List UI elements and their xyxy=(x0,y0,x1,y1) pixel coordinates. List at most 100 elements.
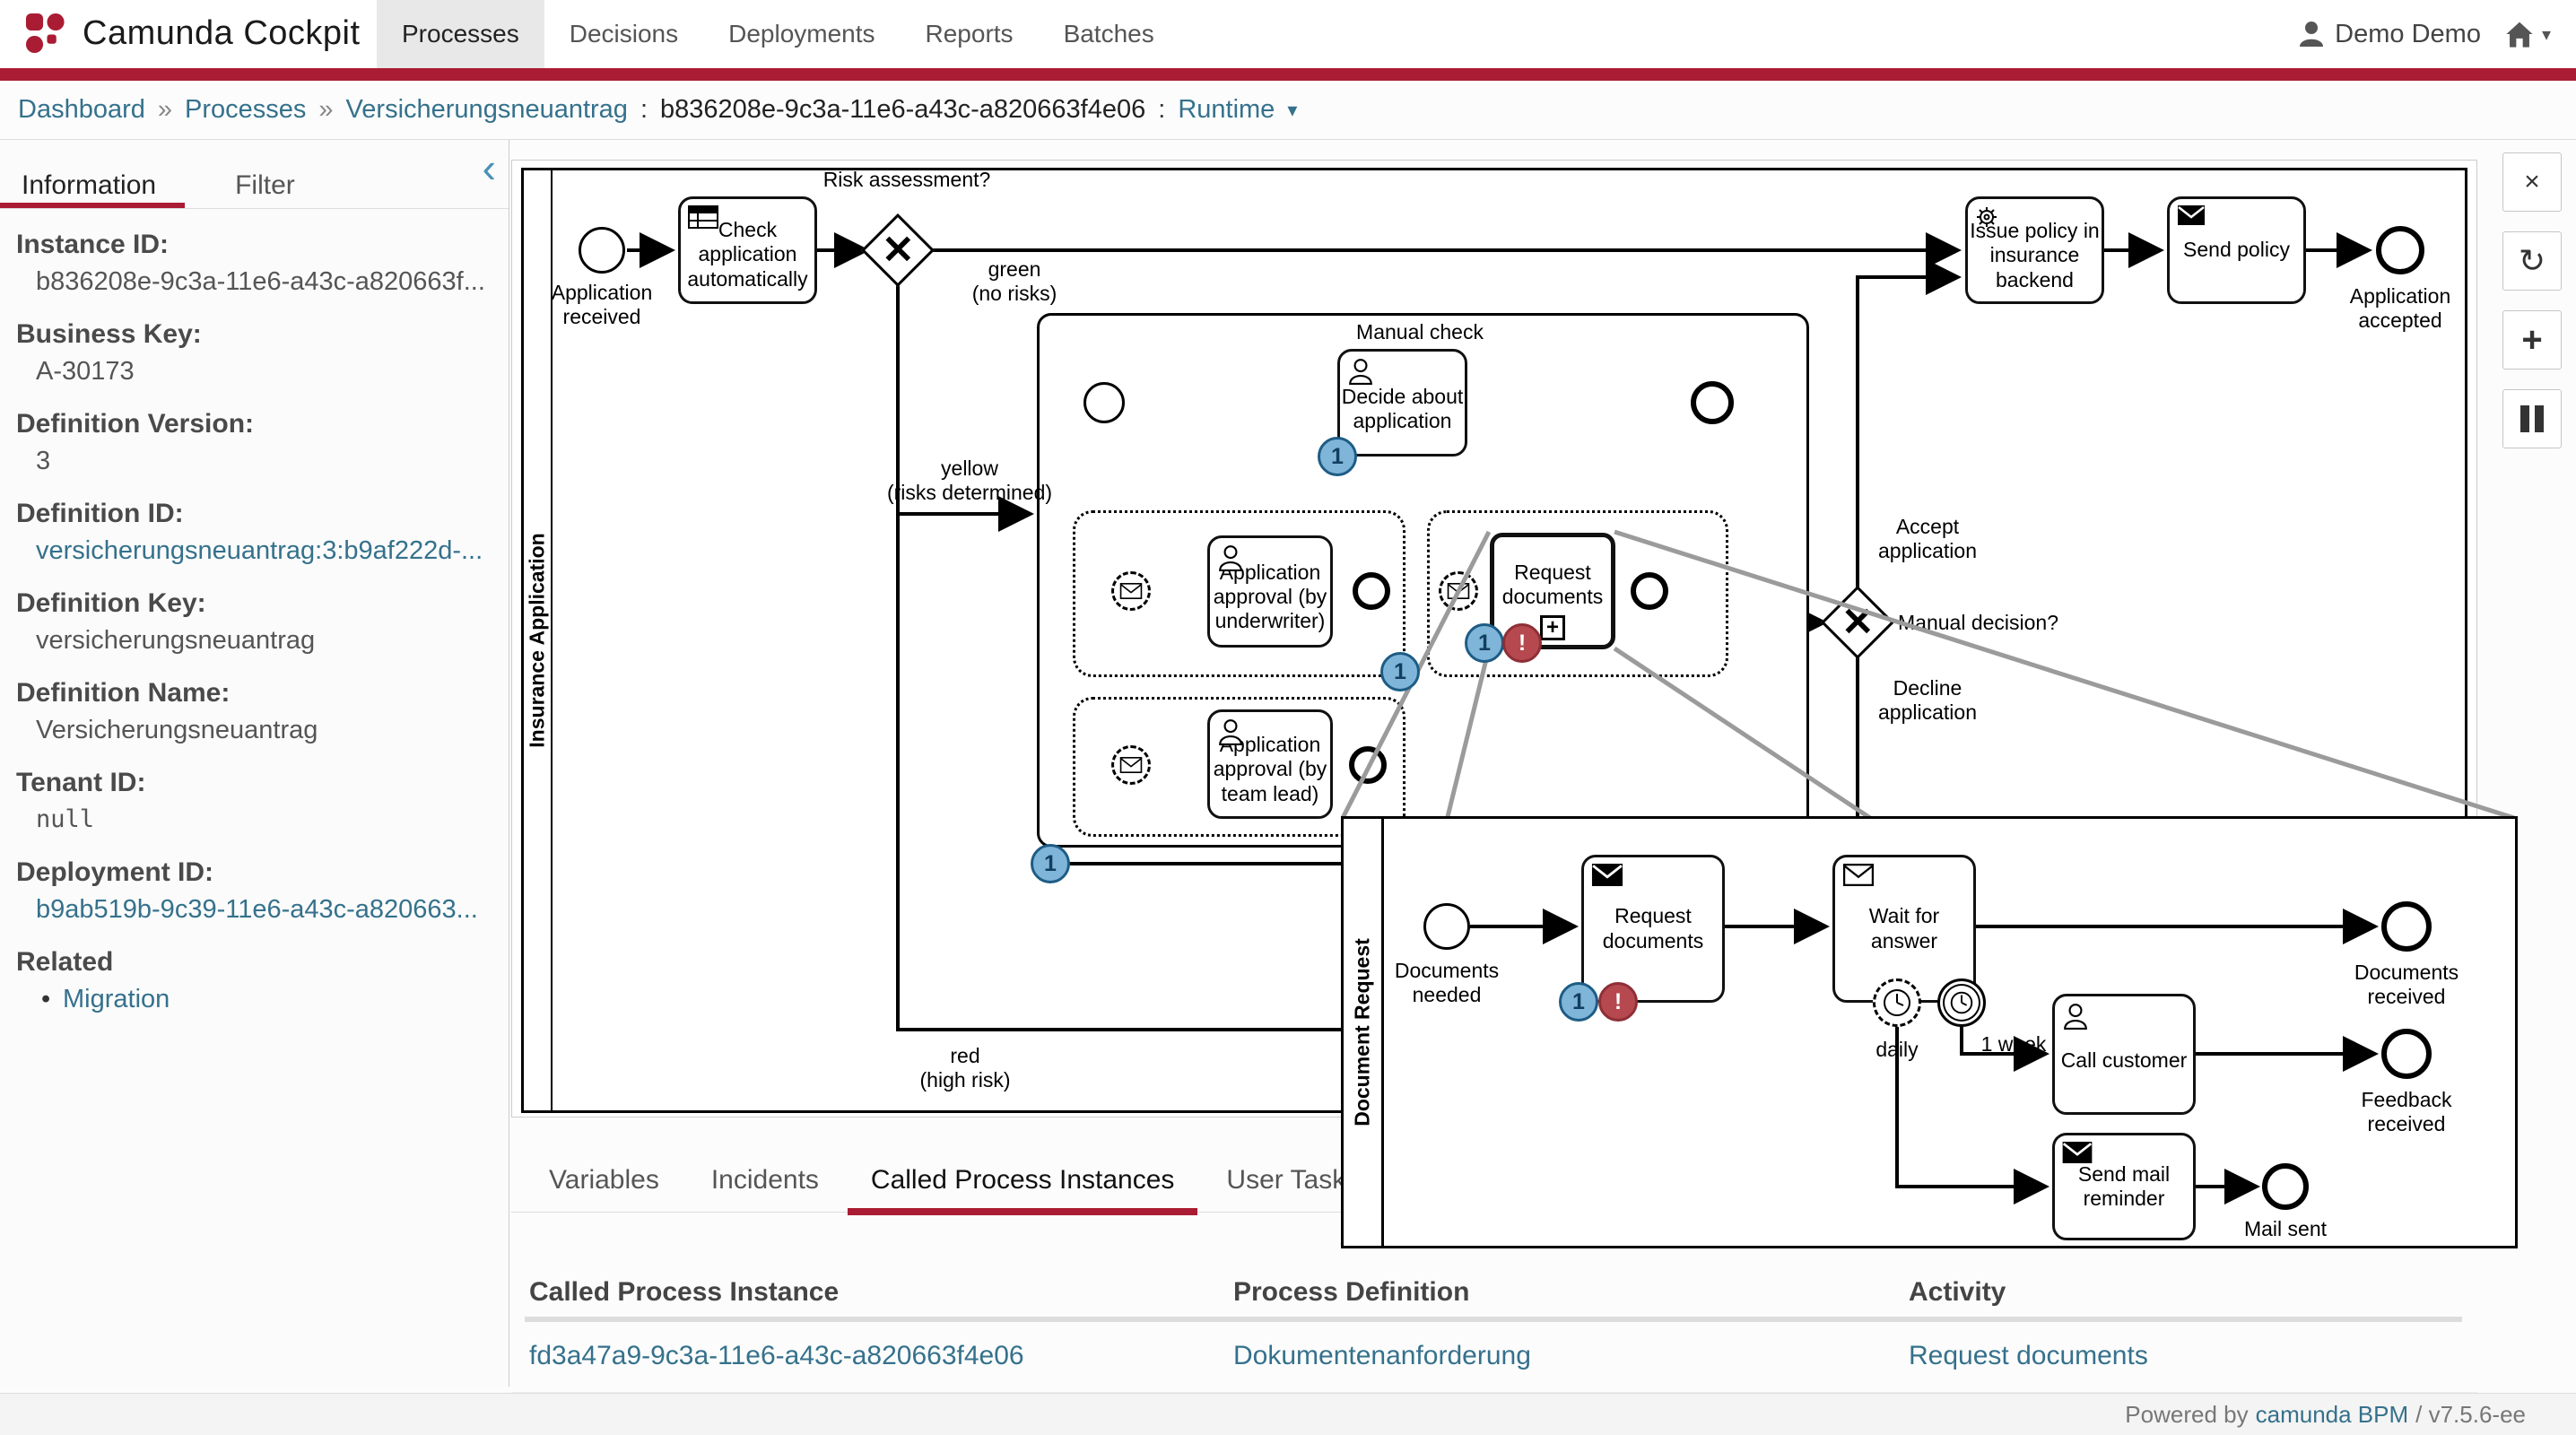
end-event[interactable] xyxy=(1349,746,1387,784)
nav-processes[interactable]: Processes xyxy=(377,0,544,68)
field-label: Definition Key: xyxy=(16,588,206,619)
end-event-manual-check[interactable] xyxy=(1691,381,1734,424)
tab-filter[interactable]: Filter xyxy=(213,156,317,201)
end-event-documents-received[interactable] xyxy=(2381,901,2432,952)
crumb-processes[interactable]: Processes xyxy=(185,95,306,125)
task-request-documents[interactable]: Request documents xyxy=(1581,855,1725,1003)
crumb-view-runtime[interactable]: Runtime xyxy=(1178,95,1275,125)
send-message-icon xyxy=(2062,1142,2093,1163)
boundary-timer-week-icon[interactable] xyxy=(1937,978,1986,1027)
called-process-overlay[interactable]: Document Request Documents needed xyxy=(1341,816,2518,1248)
service-task-icon xyxy=(1975,205,2004,234)
instance-count-badge: 1 xyxy=(1559,982,1598,1022)
end-event-application-accepted[interactable] xyxy=(2376,226,2424,274)
brand[interactable]: Camunda Cockpit xyxy=(23,11,361,56)
task-issue-policy[interactable]: Issue policy in insurance backend xyxy=(1965,196,2104,304)
start-event-application-received[interactable] xyxy=(579,227,625,274)
home-menu[interactable]: ▾ xyxy=(2504,20,2551,48)
subprocess-label: Manual check xyxy=(1330,320,1510,344)
event-label: Feedback received xyxy=(2344,1088,2469,1136)
task-send-mail-reminder[interactable]: Send mail reminder xyxy=(2052,1133,2196,1240)
breadcrumb: Dashboard » Processes » Versicherungsneu… xyxy=(0,81,2576,140)
end-event[interactable] xyxy=(1631,572,1668,610)
tab-incidents[interactable]: Incidents xyxy=(688,1165,842,1212)
message-icon xyxy=(1447,583,1470,599)
camunda-cockpit-app: Camunda Cockpit Processes Decisions Depl… xyxy=(0,0,2576,1435)
top-navbar: Camunda Cockpit Processes Decisions Depl… xyxy=(0,0,2576,68)
migration-link[interactable]: Migration xyxy=(63,985,170,1014)
task-approval-underwriter[interactable]: Application approval (by underwriter) xyxy=(1207,535,1333,648)
suspend-button[interactable] xyxy=(2502,389,2562,448)
tab-called-process-instances[interactable]: Called Process Instances xyxy=(848,1165,1198,1212)
camunda-bpm-link[interactable]: camunda BPM xyxy=(2256,1401,2409,1429)
activity-link[interactable]: Request documents xyxy=(1909,1341,2148,1371)
task-decide-about-application[interactable]: Decide about application xyxy=(1337,349,1467,457)
definition-id-link[interactable]: versicherungsneuantrag:3:b9af222d-... xyxy=(36,536,483,566)
crumb-separator: » xyxy=(158,95,172,125)
task-send-policy[interactable]: Send policy xyxy=(2167,196,2306,304)
refresh-button[interactable]: ↻ xyxy=(2502,231,2562,291)
called-instance-link[interactable]: fd3a47a9-9c3a-11e6-a43c-a820663f4e06 xyxy=(529,1341,1024,1371)
field-value: versicherungsneuantrag xyxy=(36,626,315,656)
task-label: Wait for answer xyxy=(1835,904,1973,952)
flow-label-green: green (no risks) xyxy=(956,257,1073,306)
send-message-icon xyxy=(1591,864,1623,886)
business-rule-icon xyxy=(688,205,718,229)
end-event[interactable] xyxy=(1353,572,1390,610)
task-label: Send mail reminder xyxy=(2078,1162,2170,1211)
event-label: Mail sent xyxy=(2227,1217,2344,1241)
crumb-colon: : xyxy=(1158,95,1165,125)
field-label: Instance ID: xyxy=(16,230,169,260)
message-start-event[interactable] xyxy=(1111,745,1151,785)
column-header: Called Process Instance xyxy=(529,1277,839,1308)
task-call-customer[interactable]: Call customer xyxy=(2052,994,2196,1115)
sidebar-collapse-icon[interactable]: ‹ xyxy=(483,147,496,188)
nav-batches[interactable]: Batches xyxy=(1039,0,1179,68)
nav-decisions[interactable]: Decisions xyxy=(544,0,703,68)
flow-label-decline: Decline application xyxy=(1865,676,1990,725)
start-event-manual-check[interactable] xyxy=(1083,382,1125,423)
nav-reports[interactable]: Reports xyxy=(901,0,1039,68)
field-label: Tenant ID: xyxy=(16,768,145,798)
field-label: Definition ID: xyxy=(16,499,184,529)
event-label: Application received xyxy=(548,281,656,329)
zoom-in-button[interactable]: + xyxy=(2502,310,2562,370)
field-label: Definition Name: xyxy=(16,678,230,709)
boundary-timer-daily-icon[interactable] xyxy=(1873,978,1921,1027)
task-approval-teamlead[interactable]: Application approval (by team lead) xyxy=(1207,709,1333,819)
message-start-event[interactable] xyxy=(1439,571,1478,611)
table-header-divider xyxy=(525,1317,2462,1322)
end-event-mail-sent[interactable] xyxy=(2262,1163,2309,1210)
user-task-icon xyxy=(1217,718,1244,745)
home-caret-icon: ▾ xyxy=(2542,23,2551,46)
flow-label-accept: Accept application xyxy=(1865,515,1990,563)
crumb-dashboard[interactable]: Dashboard xyxy=(18,95,145,125)
runtime-caret-icon[interactable]: ▾ xyxy=(1287,99,1297,122)
home-icon xyxy=(2504,20,2535,48)
crumb-definition[interactable]: Versicherungsneuantrag xyxy=(346,95,628,125)
field-value: A-30173 xyxy=(36,357,135,387)
timer-label: 1 week xyxy=(1964,1032,2063,1057)
task-check-application[interactable]: Check application automatically xyxy=(678,196,817,304)
xor-gateway-icon: ✕ xyxy=(882,230,915,270)
end-event-feedback-received[interactable] xyxy=(2381,1029,2432,1079)
send-message-icon xyxy=(2177,205,2206,225)
footer: Powered by camunda BPM / v7.5.6-ee xyxy=(0,1393,2576,1435)
process-definition-link[interactable]: Dokumentenanforderung xyxy=(1233,1341,1531,1371)
user-menu[interactable]: Demo Demo xyxy=(2299,20,2481,49)
task-label: Send policy xyxy=(2183,238,2290,262)
close-overlay-button[interactable]: × xyxy=(2502,152,2562,212)
tab-variables[interactable]: Variables xyxy=(526,1165,683,1212)
message-start-event[interactable] xyxy=(1111,571,1151,611)
sidebar-tabs: Information Filter xyxy=(0,156,509,201)
user-name: Demo Demo xyxy=(2335,20,2481,49)
task-label: Call customer xyxy=(2061,1048,2188,1073)
start-event-documents-needed[interactable] xyxy=(1423,903,1470,950)
nav-deployments[interactable]: Deployments xyxy=(703,0,900,68)
tab-information[interactable]: Information xyxy=(0,156,178,201)
column-header: Activity xyxy=(1909,1277,2006,1308)
flow-label-yellow: yellow (risks determined) xyxy=(875,457,1064,505)
field-value: 3 xyxy=(36,447,50,476)
message-icon xyxy=(1119,757,1143,773)
deployment-id-link[interactable]: b9ab519b-9c39-11e6-a43c-a820663... xyxy=(36,895,478,925)
